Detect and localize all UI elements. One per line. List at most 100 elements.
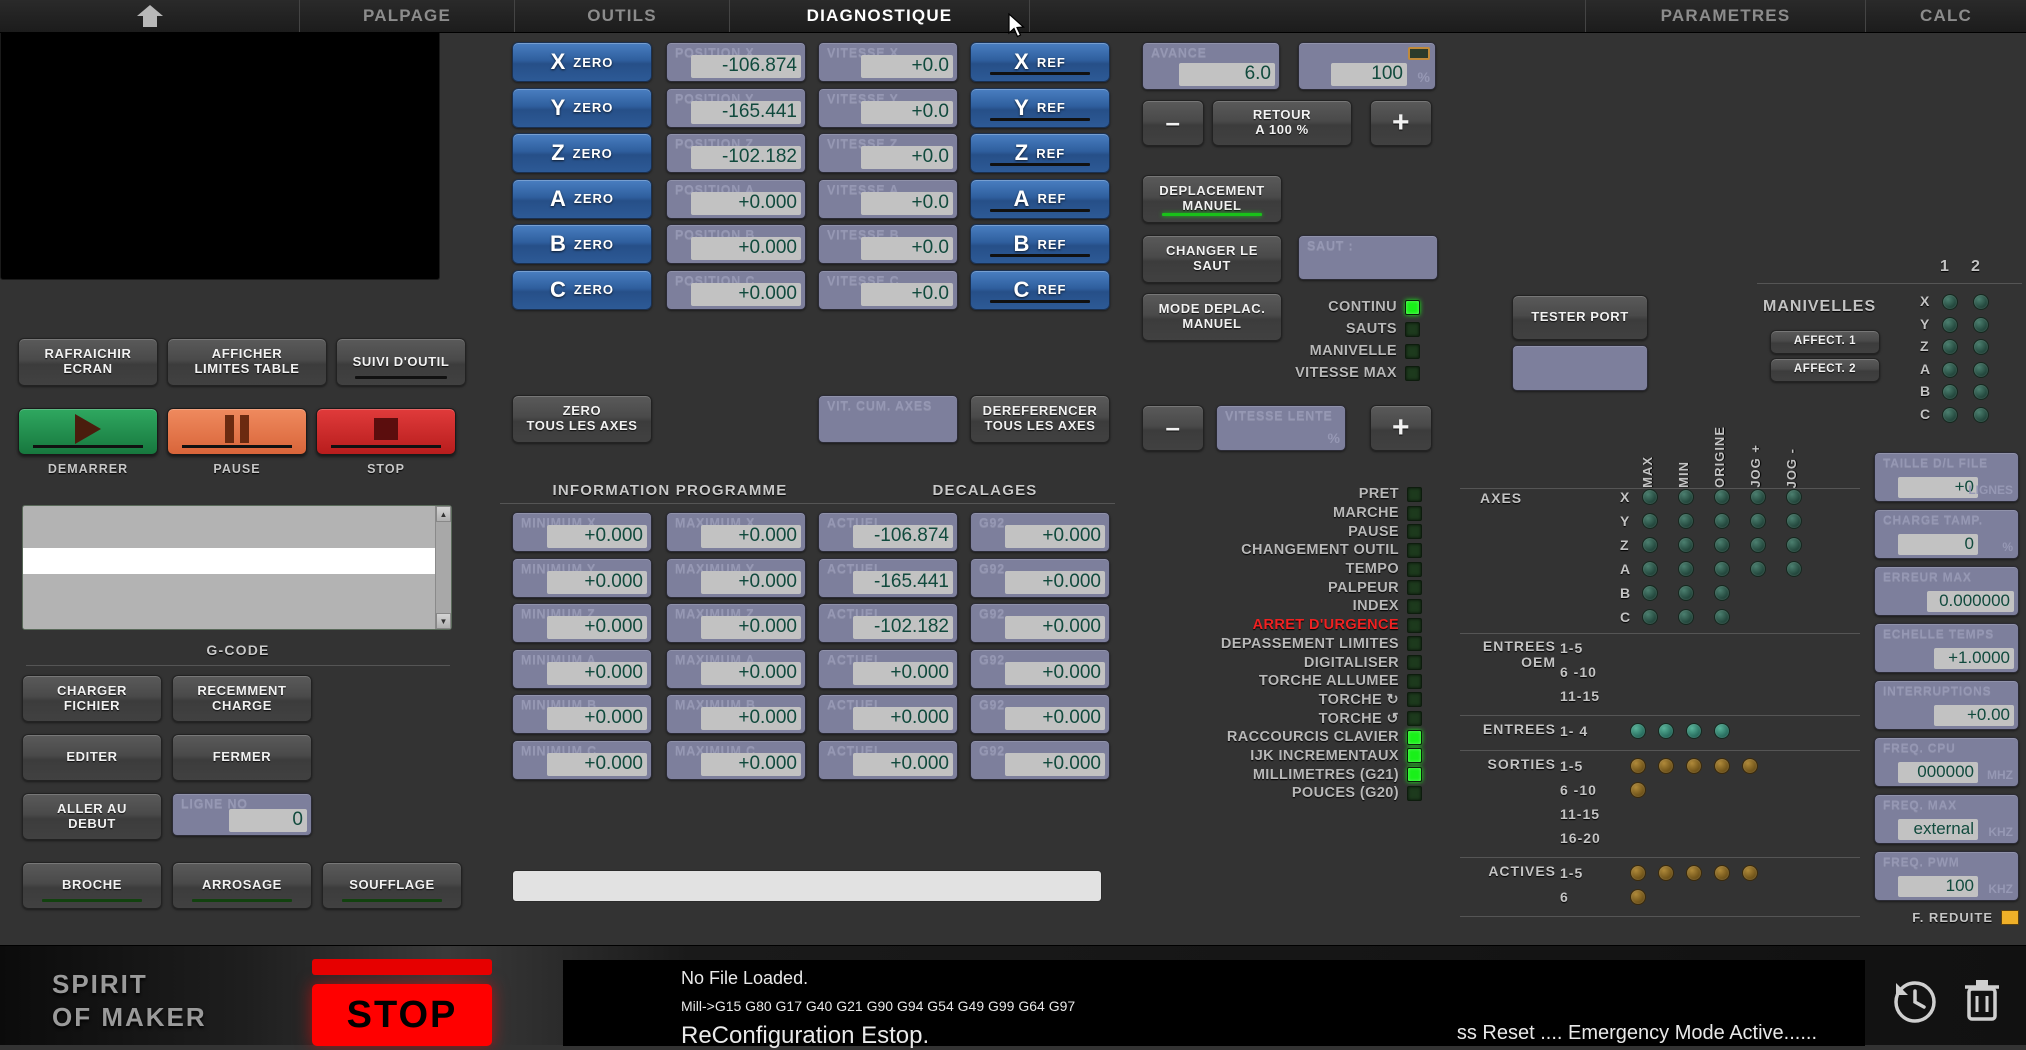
slow-speed-field[interactable]: VITESSE LENTE %: [1216, 405, 1346, 451]
edit-button[interactable]: EDITER: [22, 734, 162, 781]
axis-position-field-C[interactable]: POSITION C +0.000: [666, 269, 806, 310]
axis-ref-button-C[interactable]: C REF: [970, 269, 1110, 310]
zero-all-axes-button[interactable]: ZERO TOUS LES AXES: [512, 395, 652, 443]
recently-loaded-button[interactable]: RECEMMENT CHARGE: [172, 675, 312, 722]
program-actual-field-row5[interactable]: ACTUEL +0.000: [818, 739, 958, 780]
nav-tab-parametres[interactable]: PARAMETRES: [1586, 0, 1866, 32]
feed-increase-button[interactable]: +: [1370, 100, 1432, 146]
manual-move-button[interactable]: DEPLACEMENT MANUEL: [1142, 175, 1282, 223]
axis-zero-button-X[interactable]: X ZERO: [512, 42, 652, 82]
slow-speed-increase-button[interactable]: +: [1370, 405, 1432, 451]
start-button[interactable]: [18, 408, 158, 455]
program-actual-field-row4[interactable]: ACTUEL +0.000: [818, 694, 958, 734]
axis-zero-button-Z[interactable]: Z ZERO: [512, 133, 652, 173]
nav-tab-palpage[interactable]: PALPAGE: [300, 0, 515, 32]
program-maximum-field-row5[interactable]: MAXIMUM C +0.000: [666, 739, 806, 780]
trash-icon[interactable]: [1955, 973, 2009, 1027]
close-button[interactable]: FERMER: [172, 734, 312, 781]
program-g92-field-row3[interactable]: G92 +0.000: [970, 648, 1110, 689]
program-actual-field-row3[interactable]: ACTUEL +0.000: [818, 648, 958, 689]
program-minimum-field-row4[interactable]: MINIMUM B +0.000: [512, 694, 652, 734]
goto-start-button[interactable]: ALLER AU DEBUT: [22, 793, 162, 840]
nav-tab-outils[interactable]: OUTILS: [515, 0, 730, 32]
program-minimum-field-row0[interactable]: MINIMUM X +0.000: [512, 512, 652, 552]
axis-ref-button-A[interactable]: A REF: [970, 178, 1110, 219]
axis-zero-button-A[interactable]: A ZERO: [512, 178, 652, 219]
program-maximum-field-row0[interactable]: MAXIMUM X +0.000: [666, 512, 806, 552]
deref-all-axes-button[interactable]: DEREFERENCER TOUS LES AXES: [970, 395, 1110, 443]
line-number-field[interactable]: LIGNE NO 0: [172, 793, 312, 836]
axis-ref-button-B[interactable]: B REF: [970, 224, 1110, 264]
program-maximum-field-row1[interactable]: MAXIMUM Y +0.000: [666, 557, 806, 598]
axis-ref-button-Y[interactable]: Y REF: [970, 87, 1110, 128]
program-maximum-field-row4[interactable]: MAXIMUM B +0.000: [666, 694, 806, 734]
stop-button[interactable]: [316, 408, 456, 455]
assign-1-button[interactable]: AFFECT. 1: [1770, 330, 1880, 354]
feed-reset-100-button[interactable]: RETOUR A 100 %: [1212, 100, 1352, 146]
metric-field-5[interactable]: FREQ. CPU 000000 MHZ: [1874, 737, 2019, 787]
metric-field-2[interactable]: ERREUR MAX 0.000000: [1874, 566, 2019, 616]
show-table-limits-button[interactable]: AFFICHER LIMITES TABLE: [167, 338, 327, 386]
coolant-button[interactable]: ARROSAGE: [172, 862, 312, 909]
tool-follow-button[interactable]: SUIVI D'OUTIL: [336, 338, 466, 386]
gcode-scrollbar[interactable]: ▲ ▼: [435, 506, 451, 629]
program-g92-field-row4[interactable]: G92 +0.000: [970, 694, 1110, 734]
metric-field-3[interactable]: ECHELLE TEMPS +1.0000: [1874, 623, 2019, 673]
axis-ref-button-X[interactable]: X REF: [970, 42, 1110, 82]
scroll-up-icon[interactable]: ▲: [436, 506, 451, 522]
feed-rate-field[interactable]: AVANCE 6.0: [1142, 42, 1280, 90]
axis-velocity-field-Y[interactable]: VITESSE Y +0.0: [818, 87, 958, 128]
nav-tab-empty[interactable]: [1030, 0, 1586, 32]
axis-velocity-field-C[interactable]: VITESSE C +0.0: [818, 269, 958, 310]
axis-velocity-field-A[interactable]: VITESSE A +0.0: [818, 178, 958, 219]
feed-decrease-button[interactable]: –: [1142, 100, 1204, 146]
program-minimum-field-row2[interactable]: MINIMUM Z +0.000: [512, 603, 652, 643]
axis-position-field-X[interactable]: POSITION X -106.874: [666, 42, 806, 82]
spindle-button[interactable]: BROCHE: [22, 862, 162, 909]
refresh-screen-button[interactable]: RAFRAICHIR ECRAN: [18, 338, 158, 386]
axis-ref-button-Z[interactable]: Z REF: [970, 133, 1110, 173]
slow-speed-decrease-button[interactable]: –: [1142, 405, 1204, 451]
history-icon[interactable]: [1888, 973, 1942, 1027]
axis-zero-button-C[interactable]: C ZERO: [512, 269, 652, 310]
program-maximum-field-row3[interactable]: MAXIMUM A +0.000: [666, 648, 806, 689]
metric-field-0[interactable]: TAILLE D/L FILE +0 LIGNES: [1874, 452, 2019, 502]
axis-velocity-field-X[interactable]: VITESSE X +0.0: [818, 42, 958, 82]
axis-zero-button-Y[interactable]: Y ZERO: [512, 87, 652, 128]
axis-velocity-field-Z[interactable]: VITESSE Z +0.0: [818, 133, 958, 173]
program-g92-field-row5[interactable]: G92 +0.000: [970, 739, 1110, 780]
program-minimum-field-row1[interactable]: MINIMUM Y +0.000: [512, 557, 652, 598]
metric-field-6[interactable]: FREQ. MAX external KHZ: [1874, 794, 2019, 844]
nav-tab-calc[interactable]: CALC: [1866, 0, 2026, 32]
feed-override-field[interactable]: 100 %: [1298, 42, 1436, 90]
test-port-button[interactable]: TESTER PORT: [1512, 295, 1648, 340]
program-minimum-field-row3[interactable]: MINIMUM A +0.000: [512, 648, 652, 689]
assign-2-button[interactable]: AFFECT. 2: [1770, 358, 1880, 382]
axis-position-field-Z[interactable]: POSITION Z -102.182: [666, 133, 806, 173]
program-minimum-field-row5[interactable]: MINIMUM C +0.000: [512, 739, 652, 780]
metric-field-7[interactable]: FREQ. PWM 100 KHZ: [1874, 851, 2019, 901]
nav-tab-diagnostique[interactable]: DIAGNOSTIQUE: [730, 0, 1030, 32]
program-actual-field-row0[interactable]: ACTUEL -106.874: [818, 512, 958, 552]
program-actual-field-row2[interactable]: ACTUEL -102.182: [818, 603, 958, 643]
toolpath-preview[interactable]: [0, 0, 440, 280]
axis-position-field-Y[interactable]: POSITION Y -165.441: [666, 87, 806, 128]
axis-position-field-A[interactable]: POSITION A +0.000: [666, 178, 806, 219]
axis-zero-button-B[interactable]: B ZERO: [512, 224, 652, 264]
pause-button[interactable]: [167, 408, 307, 455]
program-g92-field-row0[interactable]: G92 +0.000: [970, 512, 1110, 552]
nav-home[interactable]: [0, 0, 300, 32]
jump-field[interactable]: SAUT :: [1298, 235, 1438, 280]
change-jump-button[interactable]: CHANGER LE SAUT: [1142, 235, 1282, 283]
axis-position-field-B[interactable]: POSITION B +0.000: [666, 224, 806, 264]
program-g92-field-row2[interactable]: G92 +0.000: [970, 603, 1110, 643]
program-actual-field-row1[interactable]: ACTUEL -165.441: [818, 557, 958, 598]
metric-field-4[interactable]: INTERRUPTIONS +0.00: [1874, 680, 2019, 730]
gcode-list[interactable]: ▲ ▼: [22, 505, 452, 630]
blow-button[interactable]: SOUFFLAGE: [322, 862, 462, 909]
program-g92-field-row1[interactable]: G92 +0.000: [970, 557, 1110, 598]
metric-field-1[interactable]: CHARGE TAMP. 0 %: [1874, 509, 2019, 559]
emergency-stop-button[interactable]: STOP: [312, 984, 492, 1046]
axis-velocity-field-B[interactable]: VITESSE B +0.0: [818, 224, 958, 264]
program-maximum-field-row2[interactable]: MAXIMUM Z +0.000: [666, 603, 806, 643]
